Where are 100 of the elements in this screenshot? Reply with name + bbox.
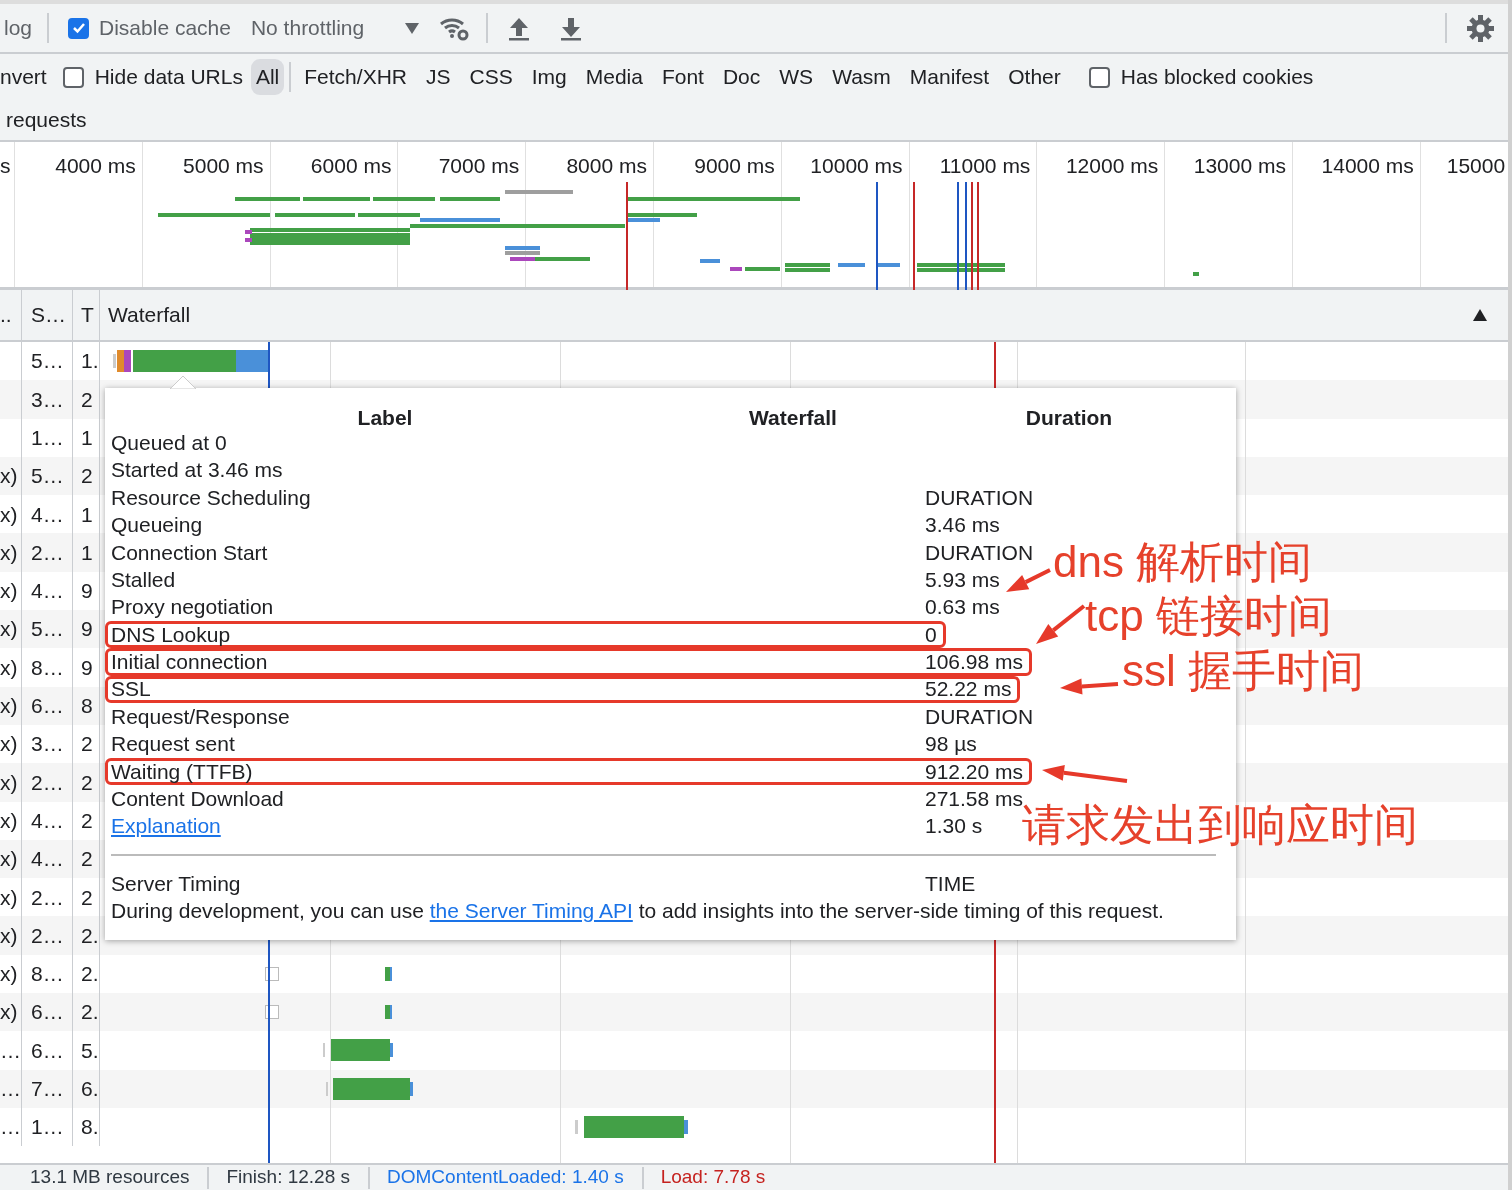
table-cell-text: 6… [31, 693, 64, 720]
throttling-dropdown[interactable]: No throttling [250, 12, 421, 44]
annotation-text: ssl 握手时间 [1122, 649, 1364, 693]
table-cell-text: 6. [81, 1076, 99, 1103]
annotation-arrow [1060, 678, 1119, 695]
table-cell-text: 5… [31, 616, 64, 643]
checkbox[interactable] [62, 66, 84, 88]
timing-label: Stalled [111, 567, 176, 591]
filter-button[interactable]: Doc [717, 59, 766, 95]
sort-icon[interactable] [1472, 308, 1488, 322]
checkbox[interactable] [1088, 66, 1110, 88]
table-cell-text: … [0, 1114, 21, 1141]
timing-value: 0.63 ms [925, 594, 1001, 621]
timing-label: Queued at 0 [111, 430, 227, 454]
checkbox-label: nvert [0, 64, 47, 91]
table-cell-text: 5… [31, 463, 64, 490]
timing-label: Waiting (TTFB) [111, 759, 253, 783]
time-tick-label: 15000 [1446, 154, 1506, 177]
explanation-link[interactable]: Explanation [111, 814, 221, 838]
caret-icon [404, 21, 421, 35]
checkbox-label: Has blocked cookies [1120, 64, 1314, 91]
status-text: 13.1 MB resources [29, 1165, 191, 1190]
timing-value: 912.20 ms [925, 758, 1025, 785]
filter-button[interactable]: Media [580, 59, 648, 95]
time-tick-label: s [0, 154, 11, 177]
time-tick-label: 5000 ms [183, 154, 264, 177]
checkbox[interactable] [68, 17, 90, 39]
checkbox-label: log [4, 15, 33, 42]
filter-button[interactable]: Fetch/XHR [299, 59, 412, 95]
time-tick-label: 13000 ms [1193, 154, 1286, 177]
column-header[interactable]: T [81, 299, 94, 331]
filter-button[interactable]: Img [526, 59, 572, 95]
filter-button[interactable]: Manifest [904, 59, 995, 95]
table-cell-text: 1. [81, 348, 99, 375]
timing-label: SSL [111, 677, 151, 701]
table-cell-text: x) [0, 999, 18, 1026]
column-header[interactable]: S… [31, 299, 66, 331]
table-cell-text: 2 [81, 884, 93, 911]
table-cell-text: x) [0, 731, 18, 758]
table-cell-text: 1… [31, 425, 64, 451]
time-tick-label: 7000 ms [438, 154, 520, 177]
timing-value: 1.30 s [925, 813, 984, 840]
column-header: Waterfall [749, 406, 837, 429]
table-cell-text: x) [0, 693, 18, 720]
time-tick-label: 11000 ms [939, 154, 1031, 177]
time-tick-label: 12000 ms [1065, 154, 1159, 177]
table-cell-text: x) [0, 616, 18, 643]
timing-label: Request/Response [111, 704, 290, 728]
time-tick-label: 9000 ms [694, 154, 775, 177]
timing-label: DNS Lookup [111, 622, 231, 646]
filter-button[interactable]: All [250, 59, 285, 95]
table-cell-text: 2… [31, 884, 64, 911]
table-cell-text: 2 [81, 769, 93, 796]
table-cell-text: 9 [81, 578, 93, 605]
filter-button[interactable]: JS [421, 59, 456, 95]
table-cell-text: 2… [31, 769, 64, 796]
settings-icon[interactable] [1467, 14, 1494, 42]
timing-label: Resource Scheduling [111, 485, 311, 509]
filter-button[interactable]: WS [774, 59, 819, 95]
annotation-arrow [1036, 604, 1086, 644]
filter-button[interactable]: CSS [464, 59, 518, 95]
timing-value: DURATION [925, 484, 1035, 511]
table-cell-text: 8… [31, 961, 64, 988]
table-cell-text: 9 [81, 654, 93, 681]
section-label: Server Timing [111, 871, 241, 895]
table-cell-text: 4… [31, 501, 64, 528]
table-cell-text: 2. [81, 961, 99, 988]
table-cell-text: 8… [31, 654, 64, 681]
table-cell-text: 2 [81, 386, 93, 413]
table-cell-text: 5. [81, 1037, 99, 1064]
timing-value: 271.58 ms [925, 786, 1024, 811]
table-cell-text: x) [0, 654, 18, 681]
timing-label: Proxy negotiation [111, 595, 274, 619]
timing-label: Queueing [111, 513, 203, 537]
table-cell-text: x) [0, 922, 18, 949]
table-cell-text: 2 [81, 846, 93, 873]
table-cell-text: 2… [31, 922, 64, 949]
status-text: Finish: 12.28 s [225, 1165, 352, 1190]
time-tick-label: 10000 ms [810, 154, 903, 177]
checkbox-label: Hide data URLs [94, 64, 243, 91]
server-timing-link[interactable]: the Server Timing API [429, 899, 633, 923]
annotation-text: dns 解析时间 [1053, 540, 1313, 584]
filter-button[interactable]: Font [656, 59, 709, 95]
table-cell-text: 2 [81, 731, 93, 758]
filter-button[interactable]: Wasm [827, 59, 896, 95]
status-text: Load: 7.78 s [659, 1165, 767, 1190]
column-header: Duration [1025, 406, 1113, 429]
table-cell-text: x) [0, 463, 18, 490]
table-cell-text: 2. [81, 999, 99, 1026]
timing-value: TIME [925, 870, 977, 897]
table-cell-text: … [0, 1076, 21, 1103]
timing-value: 98 µs [925, 731, 978, 758]
table-cell-text: 3… [31, 731, 64, 758]
column-header[interactable]: Waterfall [108, 299, 191, 331]
filter-button[interactable]: Other [1003, 59, 1066, 95]
column-header[interactable]: .. [0, 299, 12, 331]
status-text: DOMContentLoaded: 1.40 s [386, 1165, 625, 1190]
annotation-arrow [1006, 568, 1051, 592]
download-icon[interactable] [560, 15, 583, 41]
table-cell-text: x) [0, 539, 18, 566]
